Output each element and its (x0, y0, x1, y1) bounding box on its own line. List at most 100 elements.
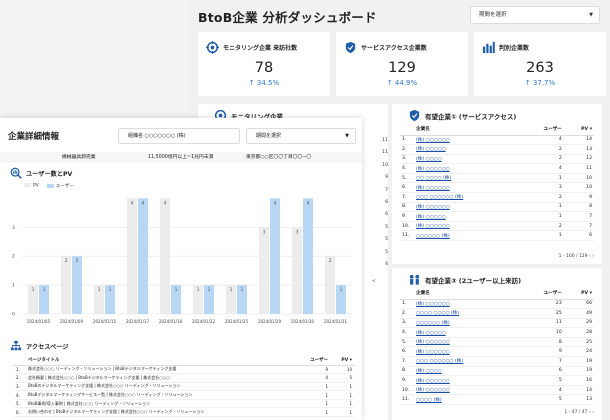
pv-count: 25 (563, 337, 594, 348)
x-tick-label: 2024/01/25 (225, 319, 249, 324)
company-link[interactable]: (株) ○○○○○○ (414, 385, 519, 396)
pv-count: 8 (563, 202, 594, 213)
legend-item-users: ユーザー (46, 183, 74, 189)
company-link[interactable]: ○○○○○○ (株) (414, 230, 519, 242)
company-link[interactable]: (株) ○○○○○○ (414, 202, 519, 213)
col-users[interactable]: ユーザー (518, 288, 564, 300)
company-link[interactable]: (株) ○○○○○○ (414, 299, 519, 310)
kpi-label: サービスアクセス企業数 (361, 45, 427, 52)
table-row[interactable]: 8. (株) ○○○○○○ 1 8 (400, 202, 594, 213)
row-number: 8. (400, 366, 414, 377)
table-row[interactable]: 10. (株) ○○○○○○ 4 14 (400, 385, 594, 396)
table-row[interactable]: 3. BtoBのデジタルマーケティング支援 | 株式会社○○○ リーディング・ソリ… (14, 382, 354, 392)
table-row[interactable]: 1. (株) ○○○○○○ 23 66 (400, 299, 594, 310)
table-row[interactable]: 1. 株式会社○○○ リーディング・ソリューション | BtoBデジタルマーケティ… (14, 365, 354, 375)
users-count: 2 (518, 154, 564, 165)
bar-value-label: 1 (208, 287, 211, 293)
panel-title: 有望企業③ (2ユーザー以上来訪) (425, 276, 522, 285)
table-row[interactable]: 2. ○○○○ ○○○○ (株) 25 49 (400, 308, 594, 319)
kpi-label: モニタリング企業 来訪社数 (223, 45, 298, 52)
period-select[interactable]: 期間を選択 ▼ (470, 6, 600, 24)
bar-value-label: 3 (263, 229, 266, 235)
bar-value-label: 1 (197, 287, 200, 293)
pv-bar (160, 198, 170, 314)
table-row[interactable]: 9. (株) ○○○○○ 1 7 (400, 211, 594, 222)
col-page-title[interactable]: ページタイトル (26, 356, 298, 366)
prospect1-pager[interactable]: 1 - 100 / 129 ‹ › (559, 254, 594, 259)
users-count: 23 (518, 299, 564, 310)
table-row[interactable]: 8. (株) ○○○○ 6 19 (400, 366, 594, 377)
table-row[interactable]: 6. (株) ○○○○○○ 9 24 (400, 346, 594, 358)
x-tick-label: 2024/01/05 (27, 319, 51, 324)
y-tick-label: 0 (12, 312, 15, 318)
table-row[interactable]: 5. BtoB事例/導入事例 | 株式会社○○○ リーディング・ソリューション 1 1 (14, 399, 354, 409)
row-number: 2. (400, 144, 414, 155)
access-title: アクセスページ (26, 343, 69, 351)
col-users[interactable]: ユーザー (298, 356, 330, 366)
users-count: 2 (518, 192, 564, 203)
company-link[interactable]: ○○ ○○○○ (株) (414, 173, 519, 184)
company-link[interactable]: (株) ○○○○ (414, 154, 519, 165)
company-link[interactable]: (株) ○○○○○○ (414, 182, 519, 194)
company-link[interactable]: (株) ○○○○○ (414, 211, 519, 222)
table-row[interactable]: 7. ○○○ ○○○○○○ (株) 2 9 (400, 192, 594, 203)
company-link[interactable]: (株) ○○○○○○ (414, 163, 519, 174)
table-row[interactable]: 3. ○○○○○○ (株) 11 29 (400, 318, 594, 329)
company-link[interactable]: (株) ○○○○○○ (414, 337, 519, 348)
monitoring-pager[interactable]: < (372, 279, 376, 284)
users-count: 2 (518, 221, 564, 232)
table-row[interactable]: 2. 会社概要 | 株式会社○○○ | BtoBデジタルマーケティング支援 | 株… (14, 373, 354, 383)
col-pv[interactable]: PV ▾ (330, 356, 354, 366)
table-row[interactable]: 3. (株) ○○○○ 2 12 (400, 154, 594, 165)
row-number: 7. (400, 192, 414, 203)
bar-value-label: 1 (109, 287, 112, 293)
users-count: 1 (518, 202, 564, 213)
col-company[interactable]: 企業名 (414, 288, 519, 300)
table-row[interactable]: 6. (株) ○○○○○○ 3 10 (400, 182, 594, 194)
prospect3-pager[interactable]: 1 - 47 / 47 ‹ › (564, 410, 594, 415)
table-row[interactable]: 5. ○○ ○○○○ (株) 1 10 (400, 173, 594, 184)
hand-shield-icon (345, 41, 356, 54)
detail-period-select[interactable]: 期間を選択 ▼ (246, 128, 356, 144)
company-link[interactable]: (株) ○○○○○○ (414, 375, 519, 386)
pv-count: 19 (563, 366, 594, 377)
row-number: 6. (14, 407, 26, 418)
company-link[interactable]: (株) ○○○○○ (414, 144, 519, 155)
company-link[interactable]: ○○○○ ○○○○ (株) (414, 308, 519, 319)
table-row[interactable]: 4. BtoBデジタルマーケティングサービス一覧 | 株式会社○○○ リーディング… (14, 390, 354, 400)
company-link[interactable]: ○○○○○○ (株) (414, 318, 519, 329)
x-tick-label: 2024/01/29 (258, 319, 282, 324)
row-number: 5. (14, 399, 26, 409)
col-users[interactable]: ユーザー (518, 124, 564, 136)
company-link[interactable]: (株) ○○○○○○ (414, 221, 519, 232)
table-row[interactable]: 11. ○○○○ (株) 5 13 (400, 394, 594, 406)
company-link[interactable]: (株) ○○○○ (414, 366, 519, 377)
company-link[interactable]: ○○○○ (株) (414, 394, 519, 406)
table-row[interactable]: 2. (株) ○○○○○ 2 13 (400, 144, 594, 155)
table-row[interactable]: 10. (株) ○○○○○○ 2 7 (400, 221, 594, 232)
period-select-label: 期間を選択 (256, 133, 282, 139)
table-row[interactable]: 4. (株) ○○○○○○ 4 11 (400, 163, 594, 174)
company-link[interactable]: (株) ○○○○○ (414, 327, 519, 338)
table-row[interactable]: 6. お問い合わせ | BtoBデジタルマーケティング支援 | 株式会社○○○ リ… (14, 407, 354, 418)
bar-value-label: 2 (329, 258, 332, 264)
table-row[interactable]: 9. (株) ○○○○○○ 5 16 (400, 375, 594, 386)
table-row[interactable]: 11. ○○○○○○ (株) 1 6 (400, 230, 594, 242)
company-link[interactable]: (株) ○○○○○○ (414, 135, 519, 146)
col-company[interactable]: 企業名 (414, 124, 519, 136)
row-number: 3. (400, 154, 414, 165)
table-row[interactable]: 5. (株) ○○○○○○ 8 25 (400, 337, 594, 348)
pv-count: 9 (563, 192, 594, 203)
company-link[interactable]: (株) ○○○○○○ (414, 346, 519, 358)
page-title-cell: 会社概要 | 株式会社○○○ | BtoBデジタルマーケティング支援 | 株式会… (26, 373, 298, 383)
table-row[interactable]: 4. (株) ○○○○○ 10 28 (400, 327, 594, 338)
col-pv[interactable]: PV ▾ (563, 288, 594, 300)
col-pv[interactable]: PV ▾ (563, 124, 594, 136)
table-row[interactable]: 1. (株) ○○○○○○ 4 14 (400, 135, 594, 146)
table-row[interactable]: 7. ○○○ ○○○○○○ (株) 7 19 (400, 356, 594, 367)
company-link[interactable]: ○○○ ○○○○○○ (株) (414, 192, 519, 203)
company-name-field[interactable]: 組織名 ○○○○○○○ (株) (118, 128, 240, 144)
users-count: 3 (518, 182, 564, 194)
company-link[interactable]: ○○○ ○○○○○○ (株) (414, 356, 519, 367)
kpi-delta: ↑ 34.5% (248, 79, 280, 87)
